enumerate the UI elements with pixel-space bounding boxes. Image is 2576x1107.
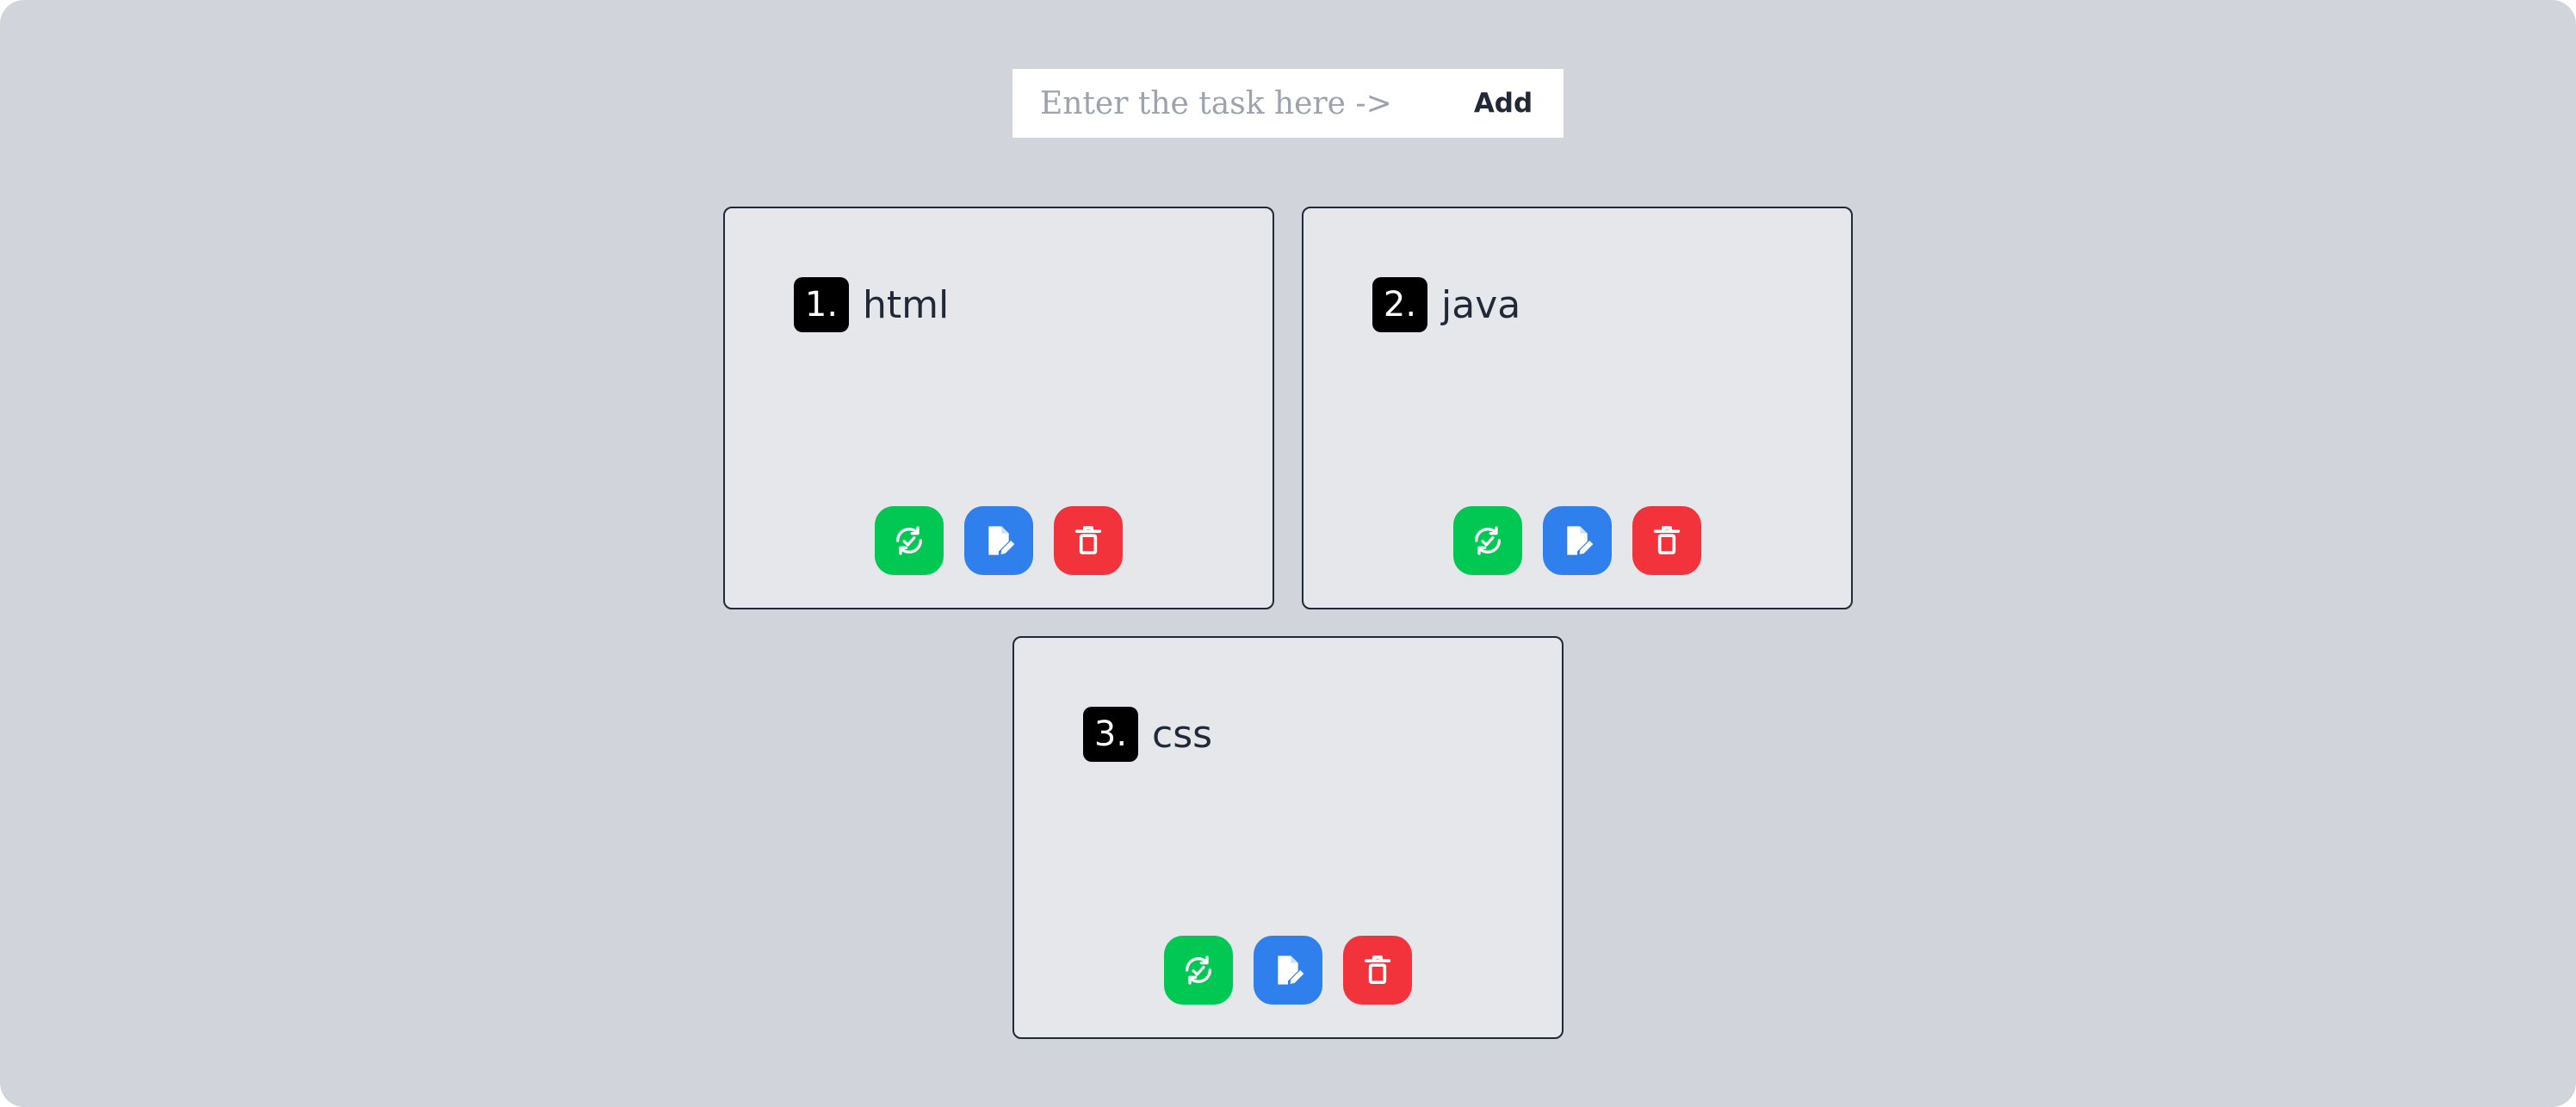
edit-document-icon [1271, 953, 1305, 987]
todo-app: Add 1. html [0, 0, 2576, 1107]
refresh-check-icon [1181, 953, 1216, 987]
edit-button[interactable] [1254, 936, 1322, 1005]
task-card: 1. html [723, 207, 1274, 609]
add-button[interactable]: Add [1443, 69, 1564, 138]
task-text: css [1152, 712, 1213, 757]
edit-document-icon [981, 523, 1016, 558]
trash-icon [1650, 523, 1684, 558]
task-input-bar: Add [1012, 69, 1564, 138]
edit-button[interactable] [1543, 506, 1612, 575]
trash-icon [1360, 953, 1395, 987]
trash-icon [1071, 523, 1105, 558]
task-input[interactable] [1012, 69, 1443, 138]
complete-button[interactable] [875, 506, 944, 575]
edit-button[interactable] [964, 506, 1033, 575]
task-text: java [1441, 282, 1521, 327]
task-card: 2. java [1302, 207, 1853, 609]
task-number-badge: 2. [1372, 277, 1427, 332]
task-card: 3. css [1012, 636, 1564, 1039]
task-text: html [863, 282, 950, 327]
delete-button[interactable] [1632, 506, 1701, 575]
task-actions [725, 506, 1273, 575]
task-actions [1303, 506, 1851, 575]
task-number-badge: 3. [1083, 707, 1138, 762]
delete-button[interactable] [1054, 506, 1123, 575]
refresh-check-icon [892, 523, 926, 558]
complete-button[interactable] [1453, 506, 1522, 575]
task-title: 2. java [1372, 277, 1520, 332]
task-actions [1014, 936, 1562, 1005]
refresh-check-icon [1471, 523, 1505, 558]
task-title: 1. html [794, 277, 949, 332]
complete-button[interactable] [1164, 936, 1233, 1005]
task-title: 3. css [1083, 707, 1212, 762]
task-number-badge: 1. [794, 277, 849, 332]
delete-button[interactable] [1343, 936, 1412, 1005]
edit-document-icon [1560, 523, 1595, 558]
